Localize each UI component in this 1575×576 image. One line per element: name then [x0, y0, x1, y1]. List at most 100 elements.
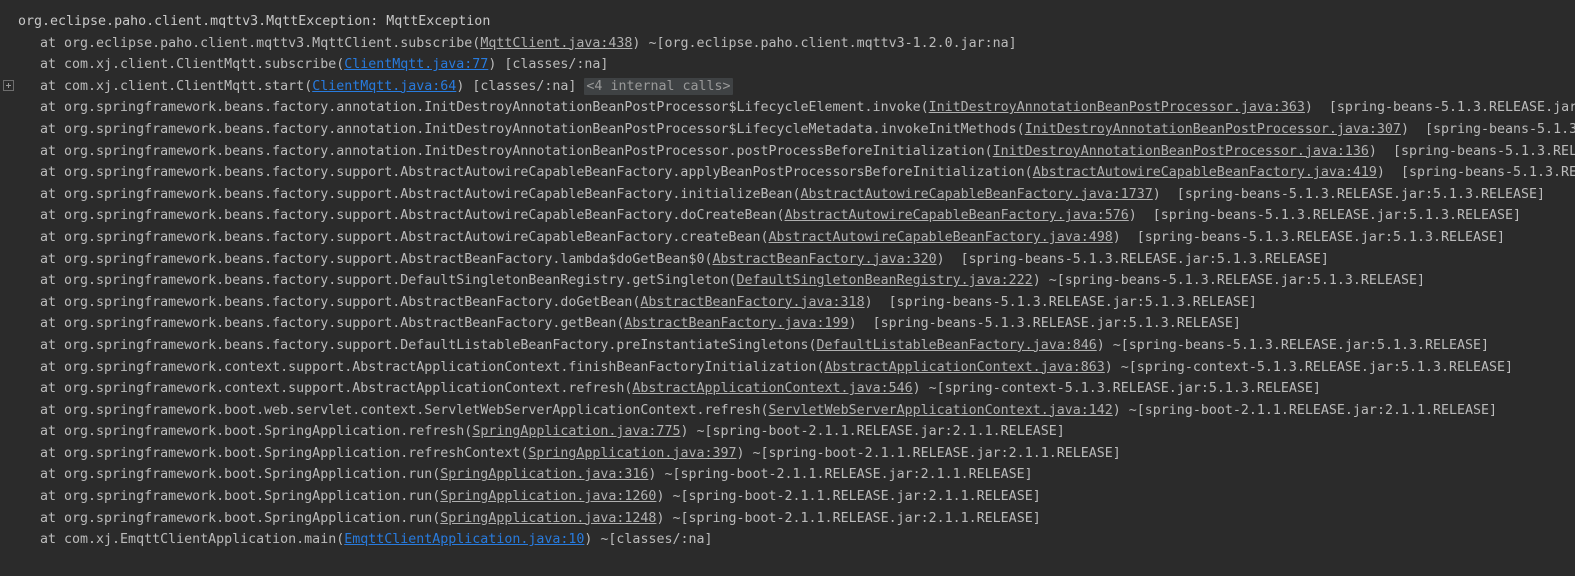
- close-paren: ): [1368, 143, 1377, 159]
- frame-jar-info: ~[org.eclipse.paho.client.mqttv3-1.2.0.j…: [640, 35, 1017, 51]
- frame-jar-info: [spring-beans-5.1.3.RELEASE.jar:5.1.3.RE…: [1328, 100, 1575, 116]
- close-paren: ): [848, 316, 857, 332]
- frame-jar-info: [spring-beans-5.1.3.RELEASE.jar:5.1.3.RE…: [1424, 121, 1575, 137]
- frame-jar-info: ~[classes/:na]: [592, 532, 713, 548]
- frame-method-name: at org.springframework.beans.factory.sup…: [40, 316, 617, 332]
- stack-frame-line: at org.springframework.beans.factory.ann…: [0, 97, 1575, 119]
- frame-jar-info: [spring-beans-5.1.3.RELEASE.jar:5.1.3.RE…: [944, 251, 1329, 267]
- frame-jar-info: [classes/:na]: [464, 78, 577, 94]
- frame-method-name: at org.springframework.beans.factory.sup…: [40, 251, 705, 267]
- frame-source-link[interactable]: ServletWebServerApplicationContext.java:…: [769, 403, 1113, 418]
- frame-source-link[interactable]: AbstractAutowireCapableBeanFactory.java:…: [801, 187, 1153, 202]
- stack-frame-line: at org.springframework.beans.factory.sup…: [0, 249, 1575, 271]
- frame-source-link[interactable]: SpringApplication.java:775: [472, 424, 680, 439]
- frame-source-link[interactable]: AbstractBeanFactory.java:320: [712, 252, 936, 267]
- frame-jar-info: [spring-beans-5.1.3.RELEASE.jar:5.1.3.RE…: [1400, 165, 1575, 181]
- close-paren: ): [1152, 186, 1161, 202]
- open-paren: (: [304, 78, 313, 94]
- collapsed-fold-plus-icon[interactable]: [3, 79, 14, 91]
- frame-source-link[interactable]: AbstractAutowireCapableBeanFactory.java:…: [1033, 165, 1377, 180]
- stack-frame-line: at org.springframework.beans.factory.ann…: [0, 119, 1575, 141]
- frame-source-link[interactable]: SpringApplication.java:316: [440, 467, 648, 482]
- internal-calls-fold-chip[interactable]: <4 internal calls>: [584, 77, 733, 95]
- frame-jar-info: ~[spring-boot-2.1.1.RELEASE.jar:2.1.1.RE…: [664, 489, 1041, 505]
- frame-jar-info: [spring-beans-5.1.3.RELEASE.jar:5.1.3.RE…: [1160, 186, 1546, 202]
- frame-jar-info: ~[spring-beans-5.1.3.RELEASE.jar:5.1.3.R…: [1040, 273, 1425, 289]
- frame-method-name: at com.xj.client.ClientMqtt.start: [40, 78, 305, 94]
- frame-source-link[interactable]: MqttClient.java:438: [480, 36, 632, 51]
- frame-source-link[interactable]: SpringApplication.java:1260: [440, 489, 656, 504]
- frame-method-name: at org.springframework.beans.factory.sup…: [40, 337, 809, 353]
- stack-frame-line: at org.springframework.beans.factory.sup…: [0, 184, 1575, 206]
- frame-source-link[interactable]: EmqttClientApplication.java:10: [344, 532, 584, 547]
- frame-method-name: at com.xj.EmqttClientApplication.main: [40, 532, 337, 548]
- frame-method-name: at org.springframework.boot.SpringApplic…: [40, 467, 433, 483]
- stack-frame-line: at org.springframework.boot.SpringApplic…: [0, 443, 1575, 465]
- frame-source-link[interactable]: ClientMqtt.java:64: [312, 79, 456, 94]
- stack-frame-line: at com.xj.client.ClientMqtt.subscribe(Cl…: [0, 54, 1575, 76]
- frame-source-link[interactable]: DefaultSingletonBeanRegistry.java:222: [736, 273, 1032, 288]
- open-paren: (: [760, 402, 769, 418]
- close-paren: ): [1376, 165, 1385, 181]
- frame-jar-info: [spring-beans-5.1.3.RELEASE.jar:5.1.3.RE…: [872, 294, 1257, 310]
- stack-frame-line: at org.springframework.beans.factory.ann…: [0, 141, 1575, 163]
- open-paren: (: [816, 359, 825, 375]
- frame-jar-info: [spring-beans-5.1.3.RELEASE.jar:5.1.3.RE…: [1392, 143, 1575, 159]
- stack-frame-line: at com.xj.client.ClientMqtt.start(Client…: [0, 76, 1575, 98]
- stack-frame-line: at org.springframework.context.support.A…: [0, 378, 1575, 400]
- frame-method-name: at org.springframework.beans.factory.sup…: [40, 208, 777, 224]
- frame-source-link[interactable]: AbstractApplicationContext.java:863: [825, 360, 1105, 375]
- frame-jar-info: [spring-beans-5.1.3.RELEASE.jar:5.1.3.RE…: [856, 316, 1241, 332]
- close-paren: ): [1104, 359, 1113, 375]
- open-paren: (: [792, 186, 801, 202]
- close-paren: ): [1112, 402, 1121, 418]
- frame-method-name: at org.springframework.beans.factory.ann…: [40, 100, 921, 116]
- close-paren: ): [912, 381, 921, 397]
- frame-source-link[interactable]: InitDestroyAnnotationBeanPostProcessor.j…: [993, 144, 1369, 159]
- frame-method-name: at org.springframework.beans.factory.sup…: [40, 165, 1025, 181]
- frame-method-name: at org.springframework.beans.factory.ann…: [40, 143, 985, 159]
- frame-source-link[interactable]: AbstractAutowireCapableBeanFactory.java:…: [769, 230, 1113, 245]
- close-paren: ): [736, 445, 745, 461]
- frame-source-link[interactable]: SpringApplication.java:1248: [440, 511, 656, 526]
- frame-source-link[interactable]: InitDestroyAnnotationBeanPostProcessor.j…: [1025, 122, 1401, 137]
- frame-source-link[interactable]: SpringApplication.java:397: [528, 446, 736, 461]
- close-paren: ): [1096, 337, 1105, 353]
- open-paren: (: [776, 208, 785, 224]
- frame-source-link[interactable]: AbstractAutowireCapableBeanFactory.java:…: [785, 208, 1129, 223]
- frame-source-link[interactable]: AbstractApplicationContext.java:546: [632, 381, 912, 396]
- open-paren: (: [760, 229, 769, 245]
- stack-frame-line: at org.springframework.boot.SpringApplic…: [0, 508, 1575, 530]
- frame-method-name: at org.springframework.beans.factory.sup…: [40, 229, 761, 245]
- open-paren: (: [920, 100, 929, 116]
- close-paren: ): [1304, 100, 1313, 116]
- frame-method-name: at com.xj.client.ClientMqtt.subscribe: [40, 57, 337, 73]
- frame-method-name: at org.springframework.boot.web.servlet.…: [40, 402, 761, 418]
- stack-frame-line: at org.eclipse.paho.client.mqttv3.MqttCl…: [0, 33, 1575, 55]
- frame-jar-info: ~[spring-beans-5.1.3.RELEASE.jar:5.1.3.R…: [1104, 337, 1490, 353]
- frame-method-name: at org.springframework.beans.factory.ann…: [40, 121, 1017, 137]
- frame-source-link[interactable]: AbstractBeanFactory.java:318: [640, 295, 864, 310]
- frame-method-name: at org.springframework.beans.factory.sup…: [40, 273, 729, 289]
- console-output-panel[interactable]: org.eclipse.paho.client.mqttv3.MqttExcep…: [0, 0, 1575, 576]
- frame-source-link[interactable]: InitDestroyAnnotationBeanPostProcessor.j…: [929, 100, 1305, 115]
- frame-source-link[interactable]: DefaultListableBeanFactory.java:846: [817, 338, 1097, 353]
- close-paren: ): [1112, 229, 1121, 245]
- frame-jar-info: [spring-beans-5.1.3.RELEASE.jar:5.1.3.RE…: [1136, 208, 1522, 224]
- stack-frame-line: at org.springframework.boot.SpringApplic…: [0, 486, 1575, 508]
- frame-source-link[interactable]: AbstractBeanFactory.java:199: [624, 316, 848, 331]
- frame-method-name: at org.springframework.boot.SpringApplic…: [40, 489, 433, 505]
- stack-frame-line: at org.springframework.boot.SpringApplic…: [0, 421, 1575, 443]
- stack-trace-content: org.eclipse.paho.client.mqttv3.MqttExcep…: [0, 0, 1575, 551]
- stack-frame-line: at org.springframework.beans.factory.sup…: [0, 227, 1575, 249]
- frame-method-name: at org.springframework.context.support.A…: [40, 381, 625, 397]
- close-paren: ): [864, 294, 873, 310]
- stack-frame-line: at org.springframework.context.support.A…: [0, 357, 1575, 379]
- frame-method-name: at org.springframework.beans.factory.sup…: [40, 186, 793, 202]
- frame-jar-info: ~[spring-boot-2.1.1.RELEASE.jar:2.1.1.RE…: [656, 467, 1033, 483]
- open-paren: (: [1024, 165, 1033, 181]
- stack-frame-line: at org.springframework.beans.factory.sup…: [0, 335, 1575, 357]
- close-paren: ): [1128, 208, 1137, 224]
- frame-jar-info: ~[spring-boot-2.1.1.RELEASE.jar:2.1.1.RE…: [688, 424, 1065, 440]
- frame-source-link[interactable]: ClientMqtt.java:77: [344, 57, 488, 72]
